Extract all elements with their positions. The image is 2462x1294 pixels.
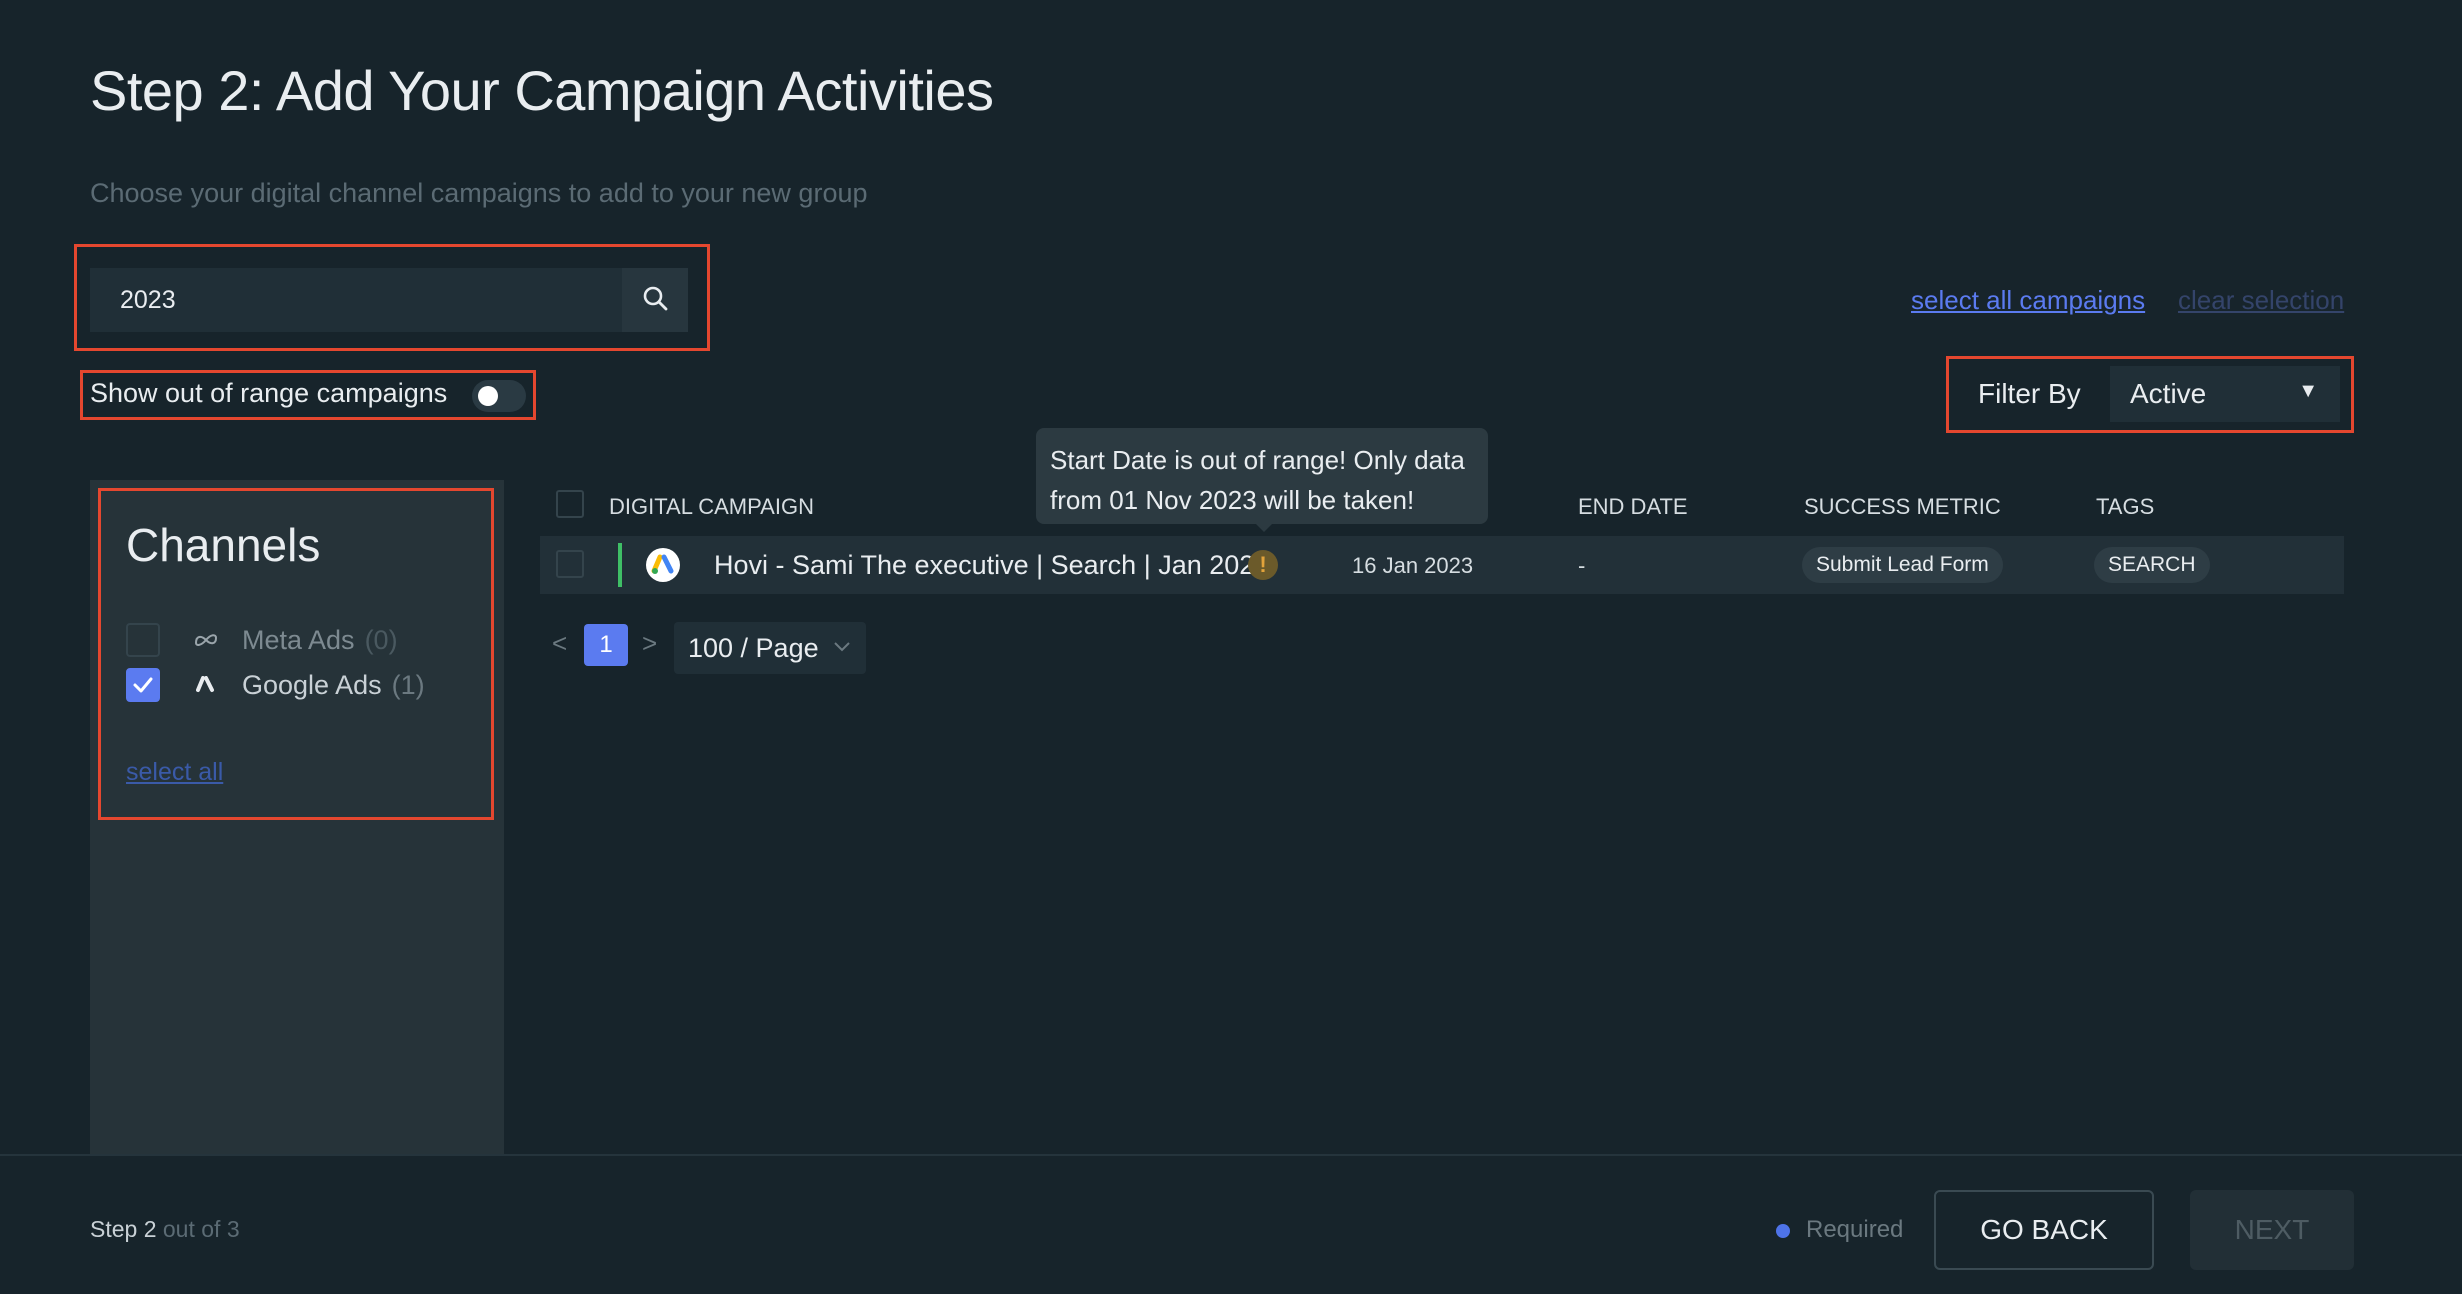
out-of-range-toggle[interactable]: [472, 380, 526, 412]
page-subtitle: Choose your digital channel campaigns to…: [90, 178, 868, 208]
tooltip-line-1: Start Date is out of range! Only data: [1050, 445, 1465, 475]
out-of-range-toggle-label: Show out of range campaigns: [90, 378, 448, 408]
step-indicator: Step 2 out of 3: [90, 1216, 240, 1243]
channel-item-google-ads[interactable]: Google Ads (1): [126, 667, 425, 703]
clear-selection-link[interactable]: clear selection: [2178, 285, 2344, 316]
table-row[interactable]: Hovi - Sami The executive | Search | Jan…: [540, 536, 2344, 594]
google-ads-checkbox[interactable]: [126, 668, 160, 702]
caret-down-icon: ▼: [2298, 380, 2318, 402]
step-current: Step 2: [90, 1216, 157, 1242]
filter-status-select[interactable]: Active ▼: [2110, 366, 2340, 422]
filter-selected-value: Active: [2130, 378, 2207, 409]
search-input[interactable]: [90, 268, 622, 332]
pagination-page-1[interactable]: 1: [584, 624, 628, 666]
channel-item-meta-ads[interactable]: Meta Ads (0): [126, 622, 398, 658]
column-header-tags[interactable]: TAGS: [2096, 494, 2154, 520]
go-back-button[interactable]: GO BACK: [1934, 1190, 2154, 1270]
meta-ads-checkbox[interactable]: [126, 623, 160, 657]
page: Step 2: Add Your Campaign Activities Cho…: [0, 0, 2462, 1294]
row-status-bar: [618, 543, 622, 587]
warning-icon[interactable]: !: [1248, 550, 1278, 580]
select-all-campaigns-link[interactable]: select all campaigns: [1911, 285, 2145, 316]
tooltip-line-2: from 01 Nov 2023 will be taken!: [1050, 485, 1415, 515]
step-total: out of 3: [156, 1216, 240, 1242]
required-label: Required: [1806, 1216, 1904, 1243]
google-ads-icon: [194, 676, 218, 694]
pagination-prev-button[interactable]: <: [552, 628, 567, 659]
page-title: Step 2: Add Your Campaign Activities: [90, 59, 994, 122]
google-ads-logo-icon: [646, 548, 680, 582]
search-icon: [641, 284, 669, 317]
meta-icon: [194, 633, 218, 647]
column-header-success-metric[interactable]: SUCCESS METRIC: [1804, 494, 2001, 520]
chevron-down-icon: [833, 639, 851, 657]
page-size-value: 100 / Page: [688, 632, 819, 663]
campaign-start-date: 16 Jan 2023: [1352, 553, 1474, 578]
campaign-name: Hovi - Sami The executive | Search | Jan…: [714, 550, 1270, 580]
out-of-range-tooltip: Start Date is out of range! Only data fr…: [1036, 428, 1488, 524]
required-dot-icon: [1776, 1224, 1790, 1238]
success-metric-badge: Submit Lead Form: [1802, 547, 2003, 583]
select-all-channels-link[interactable]: select all: [126, 758, 223, 787]
channel-count: (1): [391, 669, 425, 700]
column-header-digital-campaign[interactable]: DIGITAL CAMPAIGN: [609, 494, 814, 520]
toggle-knob: [478, 386, 498, 406]
channel-name: Meta Ads: [242, 624, 355, 655]
column-header-end-date[interactable]: END DATE: [1578, 494, 1688, 520]
channel-name: Google Ads: [242, 669, 382, 700]
tag-badge: SEARCH: [2094, 547, 2210, 583]
pagination-next-button[interactable]: >: [642, 628, 657, 659]
search-button[interactable]: [622, 268, 688, 332]
filter-by-label: Filter By: [1978, 378, 2081, 409]
channels-title: Channels: [126, 519, 321, 571]
tooltip-arrow: [1254, 522, 1274, 532]
next-button[interactable]: NEXT: [2190, 1190, 2354, 1270]
page-size-select[interactable]: 100 / Page: [674, 622, 866, 674]
row-checkbox[interactable]: [556, 550, 584, 578]
channel-count: (0): [364, 624, 398, 655]
campaign-end-date: -: [1578, 553, 1586, 578]
